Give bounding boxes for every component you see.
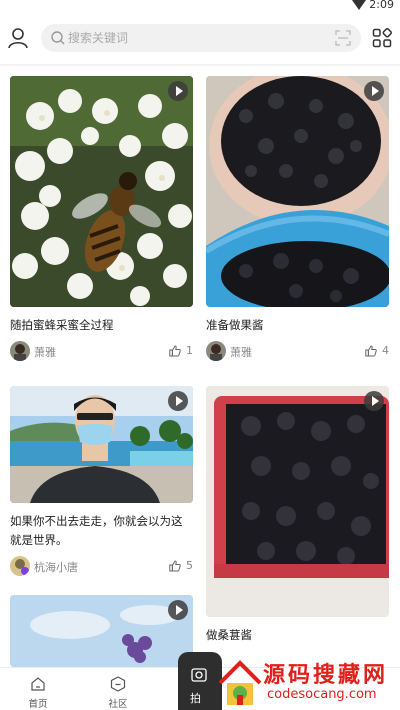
- header: [0, 18, 400, 62]
- feed-card[interactable]: 做桑葚酱: [206, 386, 389, 645]
- thumbs-up-icon[interactable]: [169, 560, 181, 572]
- tab-community[interactable]: 社区: [88, 668, 148, 710]
- play-icon[interactable]: [364, 391, 384, 411]
- user-icon[interactable]: [6, 26, 30, 50]
- card-title[interactable]: 准备做果酱: [206, 316, 389, 335]
- feed-card[interactable]: [10, 595, 193, 667]
- tab-home-label: 首页: [28, 699, 48, 710]
- travel-selfie-image: [10, 386, 193, 503]
- feed-card[interactable]: 准备做果酱 萧雅 4: [206, 76, 389, 365]
- thumbs-up-icon[interactable]: [169, 345, 181, 357]
- avatar[interactable]: [10, 341, 30, 361]
- watermark-text: 源码搜藏网: [263, 663, 389, 688]
- camera-icon: [191, 668, 207, 682]
- flower-sky-image: [10, 595, 193, 667]
- card-meta: 萧雅 1: [10, 341, 193, 365]
- tab-community-label: 社区: [108, 699, 128, 710]
- thumbs-up-icon[interactable]: [365, 345, 377, 357]
- play-icon[interactable]: [364, 81, 384, 101]
- play-icon[interactable]: [168, 391, 188, 411]
- community-icon: [110, 676, 126, 692]
- video-thumbnail-bee[interactable]: [10, 76, 193, 307]
- mulberry-red-basket-image: [206, 386, 389, 617]
- video-thumbnail-flower[interactable]: [10, 595, 193, 667]
- card-title[interactable]: 如果你不出去走走，你就会以为这就是世界。: [10, 512, 193, 550]
- video-thumbnail-mulberry-jam[interactable]: [206, 386, 389, 617]
- status-time: 2:09: [369, 0, 394, 11]
- home-icon: [31, 677, 45, 691]
- search-input[interactable]: [68, 28, 308, 48]
- tab-capture-label: 拍: [190, 692, 201, 705]
- play-icon[interactable]: [168, 600, 188, 620]
- card-title[interactable]: 做桑葚酱: [206, 626, 389, 645]
- status-bar: 2:09: [0, 0, 400, 14]
- grid-icon[interactable]: [372, 28, 392, 48]
- avatar[interactable]: [10, 556, 30, 576]
- play-icon[interactable]: [168, 81, 188, 101]
- card-title[interactable]: 随拍蜜蜂采蜜全过程: [10, 316, 193, 335]
- house-logo-icon: [218, 660, 262, 705]
- like-count: 5: [186, 559, 193, 572]
- signal-icon: [352, 0, 366, 10]
- video-thumbnail-mulberry[interactable]: [206, 76, 389, 307]
- watermark-url: codesocang.com: [267, 687, 377, 702]
- card-meta: 萧雅 4: [206, 341, 389, 365]
- author-name[interactable]: 杭海小唐: [34, 559, 78, 575]
- bee-flower-image: [10, 76, 193, 307]
- author-name[interactable]: 萧雅: [230, 344, 252, 360]
- search-icon: [51, 31, 65, 45]
- card-meta: 杭海小唐 5: [10, 556, 193, 580]
- like-count: 4: [382, 344, 389, 357]
- like-count: 1: [186, 344, 193, 357]
- avatar[interactable]: [206, 341, 226, 361]
- watermark: 源码搜藏网 codesocang.com: [215, 655, 400, 710]
- search-box[interactable]: [41, 24, 361, 52]
- video-thumbnail-travel[interactable]: [10, 386, 193, 503]
- author-name[interactable]: 萧雅: [34, 344, 56, 360]
- scan-icon[interactable]: [335, 30, 351, 46]
- tab-home[interactable]: 首页: [8, 668, 68, 710]
- header-divider: [0, 64, 400, 66]
- mulberry-basket-image: [206, 76, 389, 307]
- feed-card[interactable]: 随拍蜜蜂采蜜全过程 萧雅 1: [10, 76, 193, 365]
- feed-card[interactable]: 如果你不出去走走，你就会以为这就是世界。 杭海小唐 5: [10, 386, 193, 580]
